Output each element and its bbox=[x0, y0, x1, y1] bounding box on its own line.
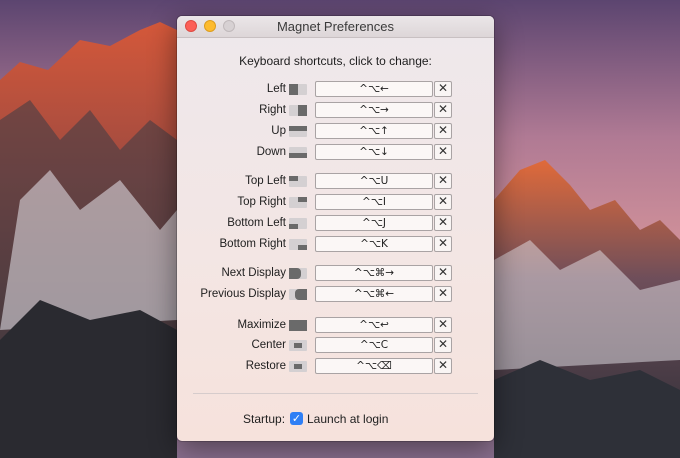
shortcut-label: Previous Display bbox=[200, 288, 286, 300]
clear-shortcut-button[interactable]: ✕ bbox=[434, 358, 452, 374]
clear-shortcut-button[interactable]: ✕ bbox=[434, 102, 452, 118]
shortcut-recorder-field[interactable]: ^⌥⌫ bbox=[315, 358, 433, 374]
shortcut-row: Top Left ^⌥U ✕ bbox=[177, 173, 494, 191]
launch-at-login-checkbox[interactable]: ✓ bbox=[290, 412, 303, 425]
shortcut-recorder-field[interactable]: ^⌥→ bbox=[315, 102, 433, 118]
shortcut-row: Restore ^⌥⌫ ✕ bbox=[177, 358, 494, 376]
shortcut-row: Bottom Left ^⌥J ✕ bbox=[177, 215, 494, 233]
clear-shortcut-button[interactable]: ✕ bbox=[434, 173, 452, 189]
shortcut-row: Up ^⌥↑ ✕ bbox=[177, 123, 494, 141]
top-right-quarter-icon bbox=[289, 197, 307, 208]
clear-shortcut-button[interactable]: ✕ bbox=[434, 286, 452, 302]
shortcut-row: Top Right ^⌥I ✕ bbox=[177, 194, 494, 212]
top-half-icon bbox=[289, 126, 307, 137]
shortcut-label: Next Display bbox=[221, 267, 286, 279]
shortcut-row: Down ^⌥↓ ✕ bbox=[177, 144, 494, 162]
shortcut-label: Top Right bbox=[237, 196, 286, 208]
clear-shortcut-button[interactable]: ✕ bbox=[434, 265, 452, 281]
window-title: Magnet Preferences bbox=[276, 19, 395, 34]
shortcut-label: Right bbox=[259, 104, 286, 116]
shortcut-recorder-field[interactable]: ^⌥↩ bbox=[315, 317, 433, 333]
shortcut-recorder-field[interactable]: ^⌥I bbox=[315, 194, 433, 210]
shortcut-row: Previous Display ^⌥⌘← ✕ bbox=[177, 286, 494, 304]
shortcut-label: Up bbox=[271, 125, 286, 137]
restore-icon bbox=[289, 361, 307, 372]
right-half-icon bbox=[289, 105, 307, 116]
shortcut-recorder-field[interactable]: ^⌥U bbox=[315, 173, 433, 189]
shortcut-row: Center ^⌥C ✕ bbox=[177, 337, 494, 355]
shortcut-row: Bottom Right ^⌥K ✕ bbox=[177, 236, 494, 254]
clear-shortcut-button[interactable]: ✕ bbox=[434, 215, 452, 231]
shortcut-recorder-field[interactable]: ^⌥⌘← bbox=[315, 286, 433, 302]
shortcut-recorder-field[interactable]: ^⌥K bbox=[315, 236, 433, 252]
preferences-window: Magnet Preferences Keyboard shortcuts, c… bbox=[177, 16, 494, 441]
bottom-half-icon bbox=[289, 147, 307, 158]
shortcut-label: Top Left bbox=[245, 175, 286, 187]
startup-section: Startup: ✓ Launch at login bbox=[177, 412, 494, 428]
center-icon bbox=[289, 340, 307, 351]
previous-display-icon bbox=[289, 289, 307, 300]
title-bar: Magnet Preferences bbox=[177, 16, 494, 38]
maximize-icon bbox=[289, 320, 307, 331]
clear-shortcut-button[interactable]: ✕ bbox=[434, 337, 452, 353]
shortcut-label: Bottom Left bbox=[227, 217, 286, 229]
clear-shortcut-button[interactable]: ✕ bbox=[434, 317, 452, 333]
shortcut-row: Next Display ^⌥⌘→ ✕ bbox=[177, 265, 494, 283]
shortcut-label: Center bbox=[251, 339, 286, 351]
shortcut-recorder-field[interactable]: ^⌥↑ bbox=[315, 123, 433, 139]
top-left-quarter-icon bbox=[289, 176, 307, 187]
clear-shortcut-button[interactable]: ✕ bbox=[434, 236, 452, 252]
shortcut-recorder-field[interactable]: ^⌥C bbox=[315, 337, 433, 353]
bottom-right-quarter-icon bbox=[289, 239, 307, 250]
shortcut-recorder-field[interactable]: ^⌥J bbox=[315, 215, 433, 231]
clear-shortcut-button[interactable]: ✕ bbox=[434, 81, 452, 97]
bottom-left-quarter-icon bbox=[289, 218, 307, 229]
shortcut-label: Down bbox=[256, 146, 286, 158]
shortcut-label: Left bbox=[266, 83, 286, 95]
clear-shortcut-button[interactable]: ✕ bbox=[434, 123, 452, 139]
shortcut-recorder-field[interactable]: ^⌥⌘→ bbox=[315, 265, 433, 281]
shortcut-row: Maximize ^⌥↩ ✕ bbox=[177, 317, 494, 335]
next-display-icon bbox=[289, 268, 307, 279]
shortcut-row: Left ^⌥← ✕ bbox=[177, 81, 494, 99]
shortcuts-heading: Keyboard shortcuts, click to change: bbox=[239, 54, 432, 68]
left-half-icon bbox=[289, 84, 307, 95]
clear-shortcut-button[interactable]: ✕ bbox=[434, 194, 452, 210]
launch-at-login-label[interactable]: Launch at login bbox=[307, 412, 388, 426]
clear-shortcut-button[interactable]: ✕ bbox=[434, 144, 452, 160]
shortcut-recorder-field[interactable]: ^⌥↓ bbox=[315, 144, 433, 160]
shortcut-label: Maximize bbox=[237, 319, 286, 331]
shortcut-label: Bottom Right bbox=[219, 238, 286, 250]
shortcut-recorder-field[interactable]: ^⌥← bbox=[315, 81, 433, 97]
shortcut-row: Right ^⌥→ ✕ bbox=[177, 102, 494, 120]
startup-label: Startup: bbox=[243, 412, 286, 426]
shortcut-label: Restore bbox=[245, 360, 286, 372]
section-divider bbox=[193, 393, 478, 394]
